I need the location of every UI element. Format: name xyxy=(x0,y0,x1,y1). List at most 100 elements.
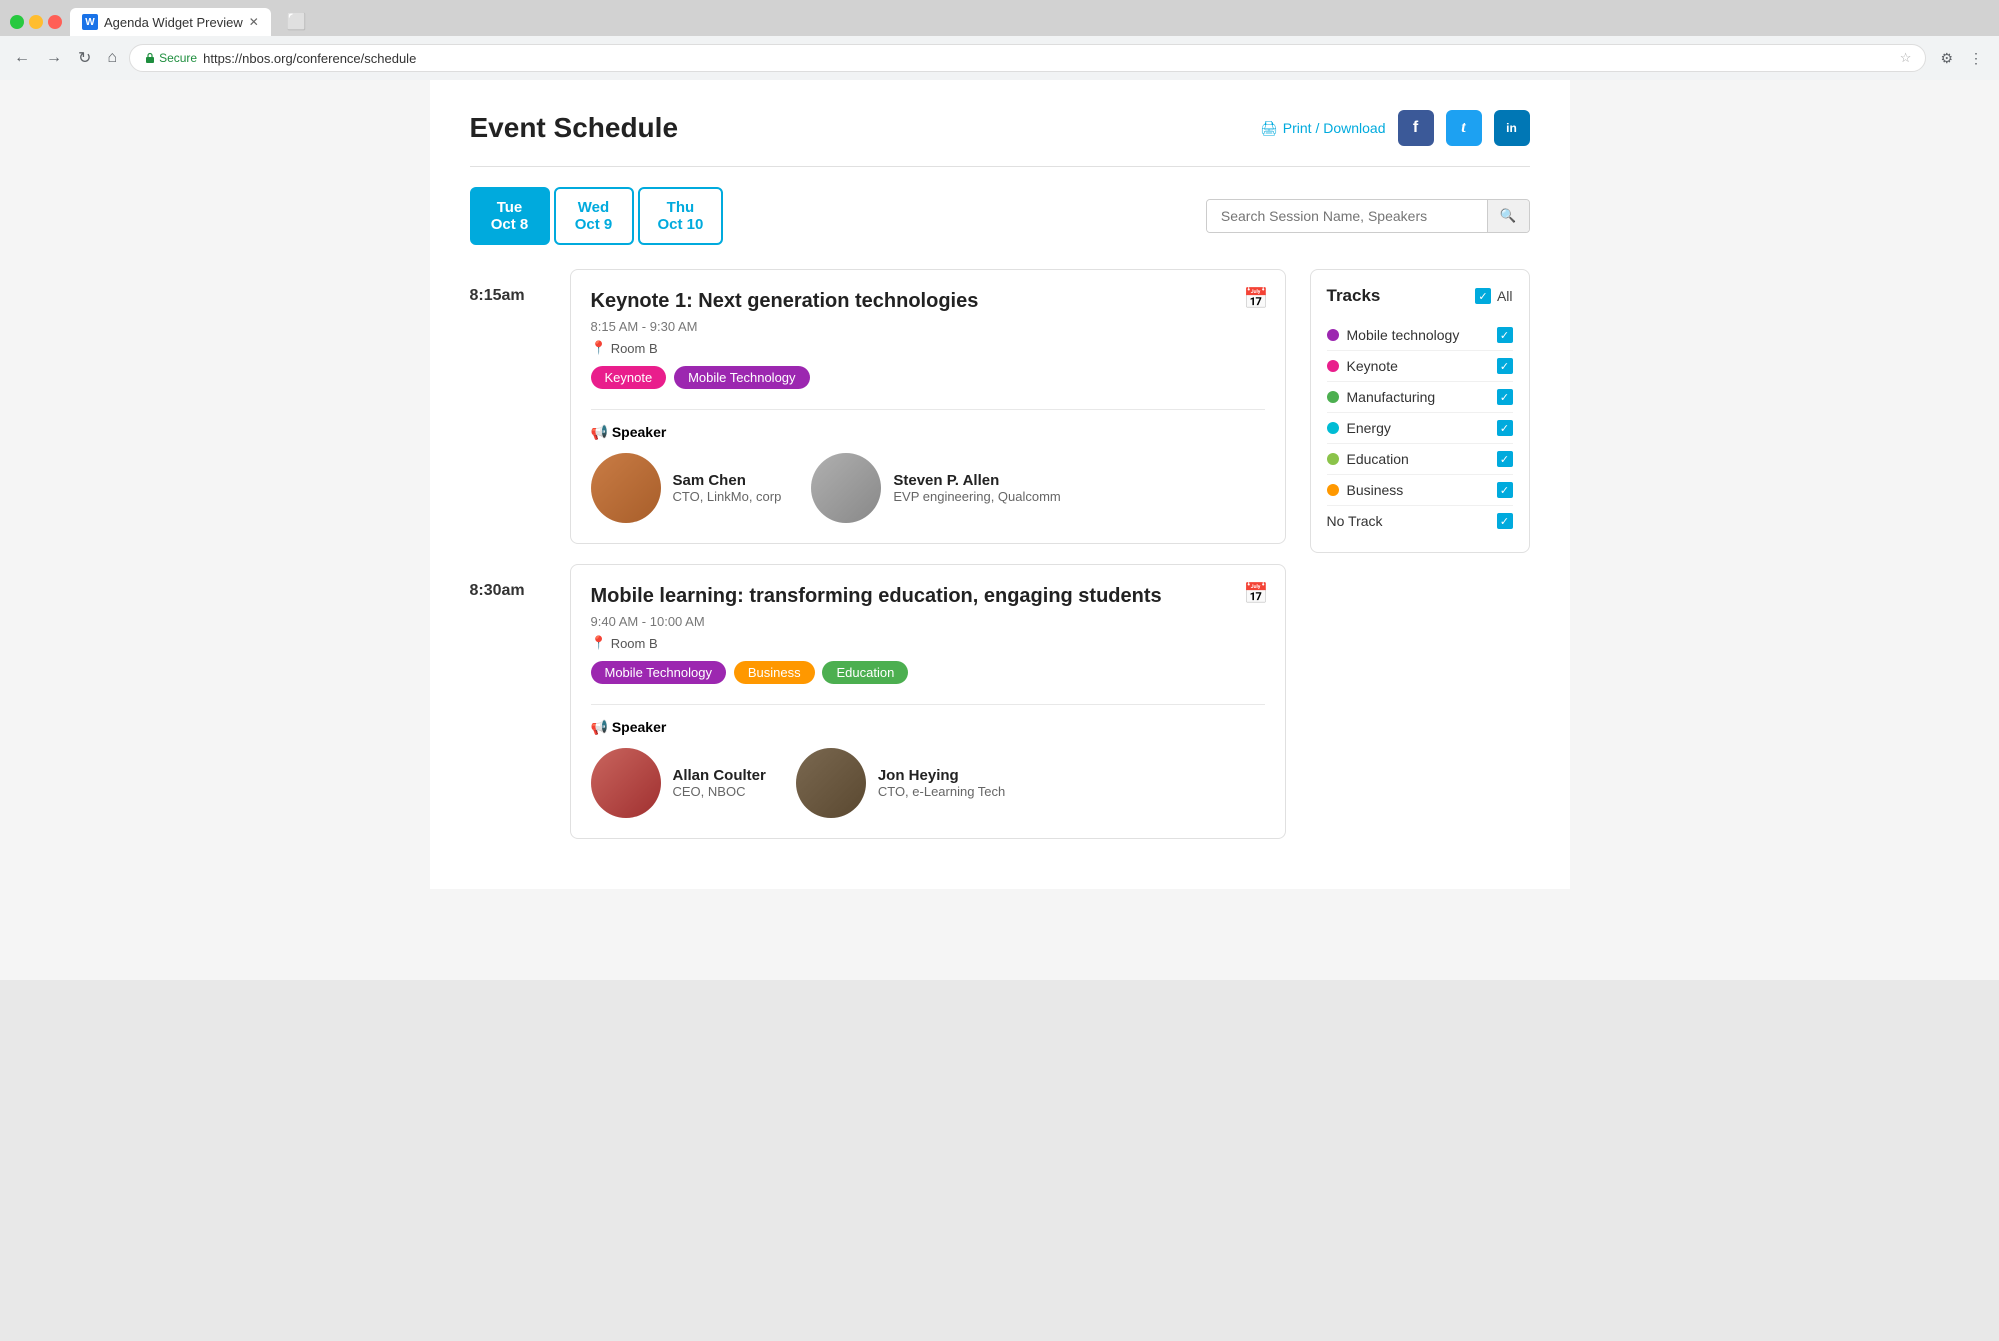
tab-thu-date: Oct 10 xyxy=(658,216,704,233)
browser-tab[interactable]: W Agenda Widget Preview ✕ xyxy=(70,8,271,36)
session-divider xyxy=(591,409,1265,410)
session-2-tags: Mobile Technology Business Education xyxy=(591,661,1265,690)
mobile-track-dot xyxy=(1327,329,1339,341)
search-input[interactable] xyxy=(1207,200,1487,232)
facebook-icon[interactable]: f xyxy=(1398,110,1434,146)
track-no-track: No Track ✓ xyxy=(1327,506,1513,536)
li-letter: in xyxy=(1506,121,1517,135)
tab-label: Agenda Widget Preview xyxy=(104,15,243,30)
page-content: Event Schedule 🖨 Print / Download f t in xyxy=(430,80,1570,889)
session-2-time: 8:30am xyxy=(470,564,550,839)
speaker-4-avatar xyxy=(796,748,866,818)
new-tab-button[interactable]: ⬜ xyxy=(279,8,315,36)
business-track-dot xyxy=(1327,484,1339,496)
mobile-technology-tag[interactable]: Mobile Technology xyxy=(674,366,809,389)
forward-button[interactable]: → xyxy=(42,45,66,71)
track-mobile-label: Mobile technology xyxy=(1347,327,1460,343)
track-keynote-checkbox[interactable]: ✓ xyxy=(1497,358,1513,374)
search-icon: 🔍 xyxy=(1500,208,1517,223)
all-checkbox[interactable]: ✓ xyxy=(1475,288,1491,304)
speaker-4-info: Jon Heying CTO, e-Learning Tech xyxy=(878,767,1005,799)
printer-icon: 🖨 xyxy=(1260,120,1278,137)
session-1-time: 8:15am xyxy=(470,269,550,544)
track-business-left: Business xyxy=(1327,482,1404,498)
date-tab-wed[interactable]: Wed Oct 9 xyxy=(554,187,634,245)
track-business-label: Business xyxy=(1347,482,1404,498)
tab-close-button[interactable]: ✕ xyxy=(249,15,259,29)
date-tab-tue[interactable]: Tue Oct 8 xyxy=(470,187,550,245)
calendar-add-icon-2[interactable]: 📅 xyxy=(1244,581,1269,606)
session-1-tags: Keynote Mobile Technology xyxy=(591,366,1265,395)
track-education-checkbox[interactable]: ✓ xyxy=(1497,451,1513,467)
browser-action-buttons: ⚙ ⋮ xyxy=(1934,46,1989,71)
track-manufacturing: Manufacturing ✓ xyxy=(1327,382,1513,413)
page-header: Event Schedule 🖨 Print / Download f t in xyxy=(470,110,1530,146)
tracks-header: Tracks ✓ All xyxy=(1327,286,1513,306)
track-manufacturing-label: Manufacturing xyxy=(1347,389,1436,405)
url-text: https://nbos.org/conference/schedule xyxy=(203,51,416,66)
speaker-2-title: EVP engineering, Qualcomm xyxy=(893,489,1060,504)
session-2-card: 📅 Mobile learning: transforming educatio… xyxy=(570,564,1286,839)
keynote-tag[interactable]: Keynote xyxy=(591,366,667,389)
track-mobile-left: Mobile technology xyxy=(1327,327,1460,343)
speaker-1-avatar xyxy=(591,453,661,523)
track-keynote: Keynote ✓ xyxy=(1327,351,1513,382)
speaker-2-info: Steven P. Allen EVP engineering, Qualcom… xyxy=(893,472,1060,504)
speaker-section: Sam Chen CTO, LinkMo, corp Steven P. All… xyxy=(591,453,1265,523)
sessions-column: 8:15am 📅 Keynote 1: Next generation tech… xyxy=(470,269,1286,859)
track-keynote-label: Keynote xyxy=(1347,358,1398,374)
bookmark-icon[interactable]: ☆ xyxy=(1900,50,1912,66)
date-tab-thu[interactable]: Thu Oct 10 xyxy=(638,187,724,245)
speaker-3-name: Allan Coulter xyxy=(673,767,766,784)
track-business-checkbox[interactable]: ✓ xyxy=(1497,482,1513,498)
speaker-3-title: CEO, NBOC xyxy=(673,784,766,799)
speaker-2-avatar xyxy=(811,453,881,523)
location-pin-icon: 📍 xyxy=(591,340,607,356)
education-track-dot xyxy=(1327,453,1339,465)
speaker-4-title: CTO, e-Learning Tech xyxy=(878,784,1005,799)
reload-button[interactable]: ↻ xyxy=(74,44,95,72)
print-download-button[interactable]: 🖨 Print / Download xyxy=(1260,120,1386,137)
session-1-room: Room B xyxy=(611,341,658,356)
track-education-left: Education xyxy=(1327,451,1409,467)
calendar-add-icon[interactable]: 📅 xyxy=(1244,286,1269,311)
home-button[interactable]: ⌂ xyxy=(103,45,121,71)
session-2-location: 📍 Room B xyxy=(591,635,1265,651)
all-label: All xyxy=(1497,288,1513,304)
track-no-track-checkbox[interactable]: ✓ xyxy=(1497,513,1513,529)
speaker-3: Allan Coulter CEO, NBOC xyxy=(591,748,766,818)
education-tag[interactable]: Education xyxy=(822,661,908,684)
close-dot xyxy=(10,15,24,29)
session-1-timerange: 8:15 AM - 9:30 AM xyxy=(591,319,1265,334)
back-button[interactable]: ← xyxy=(10,45,34,71)
speaker-text: Speaker xyxy=(612,424,666,440)
mobile-technology-tag-2[interactable]: Mobile Technology xyxy=(591,661,726,684)
speaker-label: 📢 Speaker xyxy=(591,424,1265,441)
track-no-track-left: No Track xyxy=(1327,513,1383,529)
track-mobile-checkbox[interactable]: ✓ xyxy=(1497,327,1513,343)
twitter-icon[interactable]: t xyxy=(1446,110,1482,146)
speaker-text-2: Speaker xyxy=(612,719,666,735)
linkedin-icon[interactable]: in xyxy=(1494,110,1530,146)
speaker-3-avatar xyxy=(591,748,661,818)
page-wrapper: Event Schedule 🖨 Print / Download f t in xyxy=(0,80,1999,980)
business-tag[interactable]: Business xyxy=(734,661,815,684)
speaker-1-name: Sam Chen xyxy=(673,472,782,489)
track-energy-checkbox[interactable]: ✓ xyxy=(1497,420,1513,436)
sidebar-column: Tracks ✓ All Mobile technology ✓ xyxy=(1310,269,1530,859)
speaker-4-name: Jon Heying xyxy=(878,767,1005,784)
session-2-title: Mobile learning: transforming education,… xyxy=(591,585,1265,608)
speaker-section-2: Allan Coulter CEO, NBOC Jon Heying CTO, … xyxy=(591,748,1265,818)
url-input[interactable]: Secure https://nbos.org/conference/sched… xyxy=(129,44,1926,72)
track-education-label: Education xyxy=(1347,451,1409,467)
megaphone-icon-2: 📢 xyxy=(591,719,608,735)
menu-button[interactable]: ⋮ xyxy=(1963,46,1989,71)
speaker-4: Jon Heying CTO, e-Learning Tech xyxy=(796,748,1005,818)
extensions-button[interactable]: ⚙ xyxy=(1934,46,1959,71)
search-button[interactable]: 🔍 xyxy=(1487,200,1529,232)
session-row: 8:15am 📅 Keynote 1: Next generation tech… xyxy=(470,269,1286,544)
session-2-divider xyxy=(591,704,1265,705)
track-keynote-left: Keynote xyxy=(1327,358,1398,374)
manufacturing-track-dot xyxy=(1327,391,1339,403)
track-manufacturing-checkbox[interactable]: ✓ xyxy=(1497,389,1513,405)
